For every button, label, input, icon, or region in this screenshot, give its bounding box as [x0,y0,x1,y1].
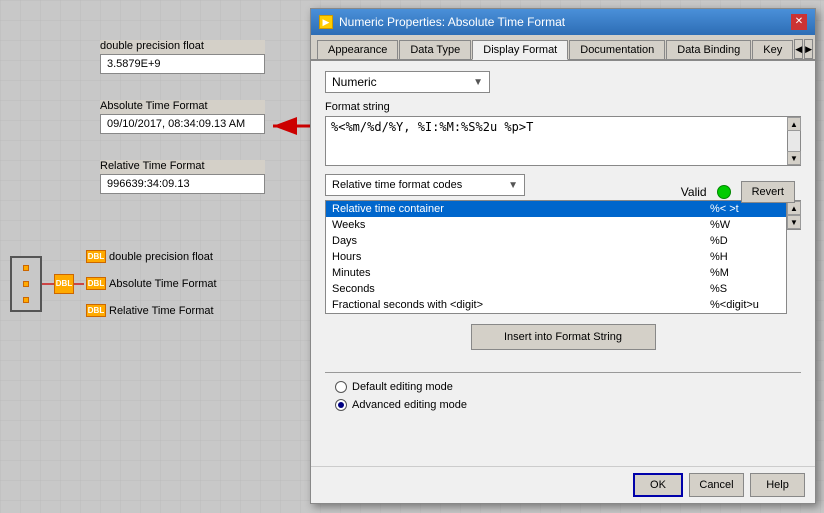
table-row-6-col2: %<digit>u [710,299,780,311]
dbl-item-0: DBL double precision float [86,250,217,263]
table-row-3-col2: %H [710,251,780,263]
table-row-5-col1: Seconds [332,283,710,295]
table-row-6-col1: Fractional seconds with <digit> [332,299,710,311]
valid-label: Valid [681,185,707,199]
wire-1 [42,283,54,285]
tab-prev-btn[interactable]: ◀ [794,39,803,59]
table-row-0[interactable]: Relative time container %< >t [326,201,786,217]
table-scroll-up[interactable]: ▲ [787,201,801,215]
format-string-input[interactable]: %<%m/%d/%Y, %I:%M:%S%2u %p>T [325,116,787,166]
table-row-0-col2: %< >t [710,203,780,215]
ok-button[interactable]: OK [633,473,683,497]
vi-icon [10,256,42,312]
radio-advanced-btn[interactable] [335,399,347,411]
close-button[interactable]: ✕ [791,14,807,30]
cancel-button[interactable]: Cancel [689,473,744,497]
bottom-buttons: OK Cancel Help [311,466,815,503]
valid-indicator [717,185,731,199]
table-row-0-col1: Relative time container [332,203,710,215]
value-block-relative: Relative Time Format 996639:34:09.13 [100,160,265,194]
table-row-4-col1: Minutes [332,267,710,279]
radio-group: Default editing mode Advanced editing mo… [325,381,801,411]
format-string-scrollbar[interactable]: ▲ ▼ [787,116,801,166]
double-value: 3.5879E+9 [100,54,265,74]
table-row-5-col2: %S [710,283,780,295]
help-button[interactable]: Help [750,473,805,497]
value-block-absolute: Absolute Time Format 09/10/2017, 08:34:0… [100,100,265,134]
dialog-title-left: ▶ Numeric Properties: Absolute Time Form… [319,15,565,29]
tab-bar: Appearance Data Type Display Format Docu… [311,35,815,61]
table-row-1-col2: %W [710,219,780,231]
radio-advanced-label: Advanced editing mode [352,399,467,411]
tab-documentation[interactable]: Documentation [569,40,665,59]
table-row-3-col1: Hours [332,251,710,263]
dialog-content: Numeric ▼ Format string %<%m/%d/%Y, %I:%… [311,61,815,435]
value-block-double: double precision float 3.5879E+9 [100,40,265,74]
tab-key[interactable]: Key [752,40,793,59]
table-row-4[interactable]: Minutes %M [326,265,786,281]
tab-appearance[interactable]: Appearance [317,40,398,59]
scroll-up-btn[interactable]: ▲ [787,117,801,131]
format-table-container: Relative time container %< >t Weeks %W D… [325,200,801,314]
table-row-1[interactable]: Weeks %W [326,217,786,233]
valid-row: Valid Revert [681,181,795,203]
codes-dropdown[interactable]: Relative time format codes ▼ [325,174,525,196]
block-diagram: DBL DBL double precision float DBL Absol… [10,250,217,317]
radio-advanced[interactable]: Advanced editing mode [335,399,801,411]
table-row-5[interactable]: Seconds %S [326,281,786,297]
radio-default-btn[interactable] [335,381,347,393]
tab-datatype[interactable]: Data Type [399,40,471,59]
relative-value: 996639:34:09.13 [100,174,265,194]
dialog-icon: ▶ [319,15,333,29]
revert-button[interactable]: Revert [741,181,795,203]
table-row-4-col2: %M [710,267,780,279]
codes-dropdown-arrow: ▼ [508,180,518,191]
table-row-2-col2: %D [710,235,780,247]
double-label: double precision float [100,40,265,52]
dbl-tag-2: DBL [86,304,106,317]
dbl-items: DBL double precision float DBL Absolute … [86,250,217,317]
table-row-2-col1: Days [332,235,710,247]
wire-2 [74,283,84,285]
table-row-6[interactable]: Fractional seconds with <digit> %<digit>… [326,297,786,313]
dialog-title: Numeric Properties: Absolute Time Format [339,15,565,29]
tab-next-btn[interactable]: ▶ [804,39,813,59]
dbl-label-2: Relative Time Format [109,305,214,317]
table-scroll-down[interactable]: ▼ [787,215,801,229]
dbl-label-0: double precision float [109,251,213,263]
dbl-tag-0: DBL [86,250,106,263]
format-string-label: Format string [325,101,801,113]
relative-label: Relative Time Format [100,160,265,172]
codes-dropdown-value: Relative time format codes [332,179,462,191]
dbl-tag-1: DBL [86,277,106,290]
dialog: ▶ Numeric Properties: Absolute Time Form… [310,8,816,504]
dialog-titlebar: ▶ Numeric Properties: Absolute Time Form… [311,9,815,35]
dbl-connector: DBL [54,274,74,294]
tab-displayformat[interactable]: Display Format [472,40,568,60]
table-row-1-col1: Weeks [332,219,710,231]
scroll-down-btn[interactable]: ▼ [787,151,801,165]
format-string-row: %<%m/%d/%Y, %I:%M:%S%2u %p>T ▲ ▼ [325,116,801,166]
absolute-value: 09/10/2017, 08:34:09.13 AM [100,114,265,134]
radio-default-label: Default editing mode [352,381,453,393]
format-table: Relative time container %< >t Weeks %W D… [325,200,787,314]
table-scrollbar[interactable]: ▲ ▼ [787,200,801,230]
absolute-label: Absolute Time Format [100,100,265,112]
numeric-dropdown[interactable]: Numeric ▼ [325,71,490,93]
vi-panel: double precision float 3.5879E+9 Absolut… [0,0,315,513]
table-row-3[interactable]: Hours %H [326,249,786,265]
numeric-dropdown-row: Numeric ▼ [325,71,801,93]
table-row-2[interactable]: Days %D [326,233,786,249]
tab-databinding[interactable]: Data Binding [666,40,751,59]
insert-button[interactable]: Insert into Format String [471,324,656,350]
scroll-track [788,131,800,151]
numeric-dropdown-arrow: ▼ [473,77,483,88]
divider [325,372,801,373]
dbl-item-2: DBL Relative Time Format [86,304,217,317]
dbl-label-1: Absolute Time Format [109,278,217,290]
radio-default[interactable]: Default editing mode [335,381,801,393]
dbl-item-1: DBL Absolute Time Format [86,277,217,290]
numeric-dropdown-value: Numeric [332,75,377,89]
